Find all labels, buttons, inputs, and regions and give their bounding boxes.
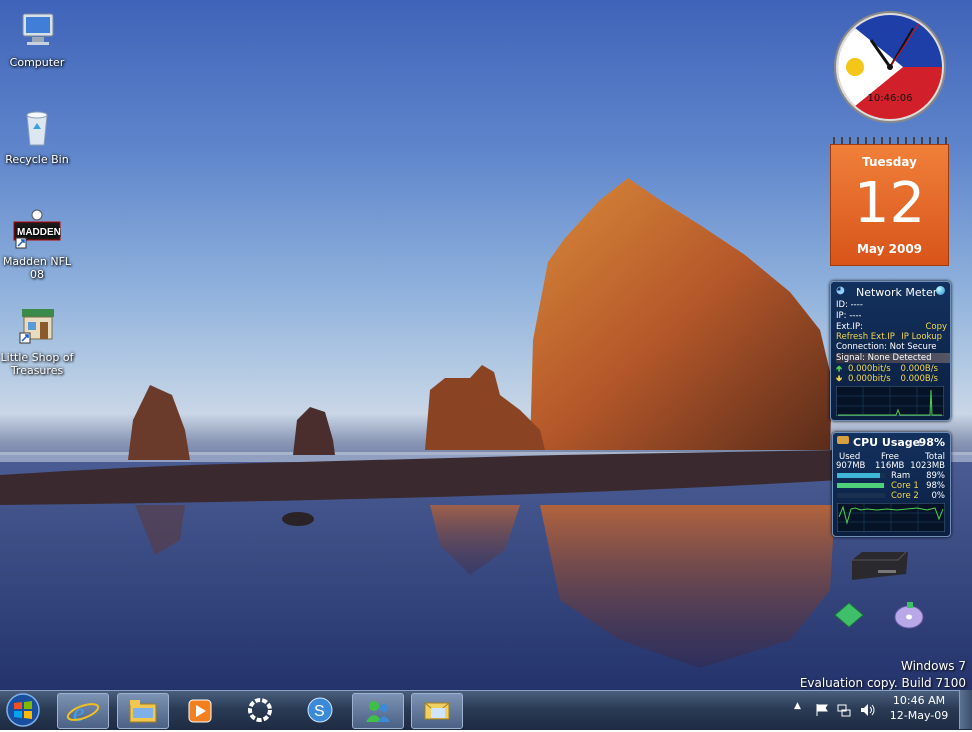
computer-icon — [22, 13, 54, 45]
wifi-icon: ◕ — [836, 285, 845, 296]
svg-text:e: e — [73, 698, 85, 727]
desktop-icon-little-shop[interactable]: Little Shop of Treasures — [0, 305, 74, 377]
wallpaper-scene — [0, 178, 972, 690]
ram-pct: 89% — [926, 471, 945, 481]
clock-gadget[interactable]: 10:46:06 — [833, 10, 947, 124]
net-copy-link[interactable]: Copy — [925, 322, 947, 332]
net-lookup-link[interactable]: IP Lookup — [901, 332, 942, 342]
ram-bar — [837, 473, 885, 478]
cpu-free: 116MB — [875, 461, 905, 471]
little-shop-game-icon — [19, 309, 54, 344]
mail-icon — [424, 702, 450, 720]
core2-label: Core 2 — [891, 491, 919, 501]
desktop-icon-label: Madden NFL 08 — [2, 255, 72, 281]
cpu-used: 907MB — [836, 461, 866, 471]
desktop-icon-computer[interactable]: Computer — [0, 10, 74, 69]
cpu-title: CPU Usage — [853, 436, 921, 449]
taskbar-clock-time: 10:46 AM — [892, 694, 946, 707]
desktop-icon-madden-nfl-08[interactable]: MADDEN Madden NFL 08 — [0, 209, 74, 281]
taskbar-settings[interactable] — [235, 693, 285, 727]
watermark-line2: Evaluation copy. Build 7100 — [799, 676, 966, 690]
net-signal: Signal: None Detected — [836, 353, 950, 363]
network-meter-gadget[interactable]: ◕ Network Meter ID: ---- IP: ---- Ext.IP… — [830, 281, 951, 421]
disc-icon[interactable] — [893, 600, 925, 630]
download-arrow-icon: 🢃 — [836, 374, 843, 384]
taskbar-windows-explorer[interactable] — [117, 693, 169, 729]
media-player-icon — [188, 699, 212, 723]
clock-time: 10:46:06 — [868, 93, 913, 104]
buddies-icon — [366, 701, 390, 722]
watermark-line1: Windows 7 — [900, 659, 966, 673]
network-graph — [836, 386, 944, 416]
taskbar: e S ▲ — [0, 690, 972, 730]
cpu-usage-gadget[interactable]: CPU Usage 98% Used Free Total 907MB 116M… — [832, 432, 951, 537]
cpu-graph — [837, 503, 945, 532]
desktop-icon-recycle-bin[interactable]: Recycle Bin — [0, 107, 74, 166]
desktop-wallpaper: Computer Recycle Bin MADDEN Madden NFL 0… — [0, 0, 972, 690]
net-up-bytes: 0.000B/s — [900, 364, 938, 374]
madden-art-text: MADDEN — [17, 227, 61, 238]
net-down-bytes: 0.000B/s — [900, 374, 938, 384]
network-tray-icon[interactable] — [837, 703, 851, 717]
action-center-flag-icon[interactable] — [815, 703, 829, 717]
cpu-chip-icon — [837, 436, 849, 444]
net-down-rate: 0.000bit/s — [848, 374, 891, 384]
recycle-bin-icon — [26, 111, 48, 146]
core1-bar — [837, 483, 885, 488]
settings-ring-icon — [248, 698, 272, 722]
taskbar-windows-live-messenger[interactable] — [352, 693, 404, 729]
network-meter-title: Network Meter — [856, 286, 938, 299]
show-hidden-icons-chevron-icon[interactable]: ▲ — [794, 701, 801, 711]
cpu-total: 1023MB — [910, 461, 945, 471]
calendar-month-year: May 2009 — [856, 242, 923, 256]
net-refresh-link[interactable]: Refresh Ext.IP — [836, 332, 895, 342]
taskbar-mail[interactable] — [411, 693, 463, 729]
volume-icon[interactable] — [860, 703, 876, 717]
svg-text:S: S — [314, 703, 325, 720]
calendar-weekday: Tuesday — [862, 155, 917, 169]
net-connection: Connection: Not Secure — [836, 342, 937, 352]
green-arrow-icon[interactable] — [834, 602, 864, 628]
internet-explorer-icon: e — [66, 698, 100, 727]
folder-icon — [129, 700, 157, 723]
core1-pct: 98% — [926, 481, 945, 491]
core1-bar-fill — [837, 483, 885, 488]
core2-pct: 0% — [931, 491, 946, 501]
desktop-icon-label: Computer — [9, 56, 65, 69]
taskbar-messenger[interactable]: S — [295, 693, 345, 727]
calendar-day: 12 — [853, 171, 926, 236]
taskbar-clock[interactable]: 10:46 AM 12-May-09 — [884, 693, 954, 723]
start-button[interactable] — [3, 692, 43, 729]
desktop-icon-label: Little Shop of Treasures — [0, 351, 74, 377]
ram-label: Ram — [891, 471, 911, 481]
net-up-rate: 0.000bit/s — [848, 364, 891, 374]
net-ip: IP: ---- — [836, 311, 862, 321]
ram-bar-fill — [837, 473, 880, 478]
net-id: ID: ---- — [836, 300, 863, 310]
taskbar-internet-explorer[interactable]: e — [57, 693, 109, 729]
core1-label: Core 1 — [891, 481, 919, 491]
taskbar-media-player[interactable] — [175, 693, 225, 727]
messenger-icon: S — [307, 697, 333, 723]
core2-bar — [837, 493, 885, 498]
cpu-percent: 98% — [918, 436, 945, 449]
drive-icon[interactable] — [848, 550, 910, 584]
globe-icon — [936, 286, 945, 295]
net-ext-ip: Ext.IP: — [836, 322, 863, 332]
show-desktop-button[interactable] — [959, 690, 972, 729]
desktop-icon-label: Recycle Bin — [5, 153, 69, 166]
calendar-gadget[interactable]: Tuesday 12 May 2009 — [830, 137, 949, 266]
taskbar-clock-date: 12-May-09 — [889, 709, 949, 722]
madden-game-icon: MADDEN — [13, 209, 61, 249]
